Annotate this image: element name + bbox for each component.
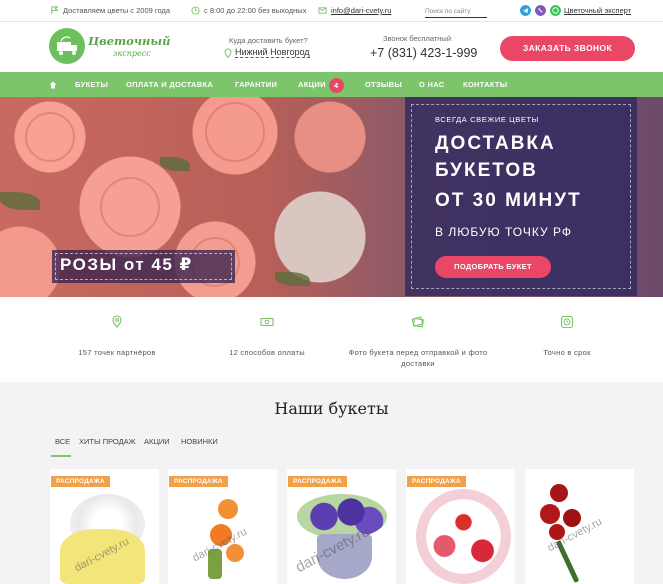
sale-badge: РАСПРОДАЖА	[51, 476, 110, 487]
flag-icon	[51, 6, 59, 15]
panel-subheading: В ЛЮБУЮ ТОЧКУ РФ	[435, 225, 572, 239]
hours-text: с 8:00 до 22:00 без выходных	[204, 6, 307, 15]
leaf-decoration	[275, 272, 310, 286]
leaf-decoration	[160, 157, 190, 171]
feature-label: Фото букета перед отправкой и фото доста…	[348, 348, 488, 368]
cash-icon	[260, 317, 274, 327]
product-card[interactable]: РАСПРОДАЖА	[406, 469, 515, 584]
free-call-label: Звонок бесплатный	[383, 34, 452, 43]
feature-payment: 12 способов оплаты	[192, 297, 342, 358]
feature-partners: 157 точек партнёров	[42, 297, 192, 358]
hero-banner: РОЗЫ от 45 ₽ ВСЕГДА СВЕЖИЕ ЦВЕТЫ ДОСТАВК…	[0, 97, 663, 297]
phone-number[interactable]: +7 (831) 423-1-999	[370, 46, 477, 60]
bouquet-image	[540, 504, 560, 524]
truck-icon	[57, 36, 77, 55]
logo-title: Цветочный	[88, 34, 171, 48]
email-link[interactable]: info@dari-cvety.ru	[331, 6, 391, 15]
promo-count-badge: 4	[328, 77, 344, 93]
active-tab-indicator	[51, 455, 71, 457]
rose-decoration	[25, 112, 75, 162]
bouquet-image	[550, 484, 568, 502]
nav-item-contacts[interactable]: КОНТАКТЫ	[463, 72, 507, 97]
home-icon	[49, 81, 57, 89]
product-card[interactable]: dari-cvety.ru	[525, 469, 634, 584]
site-header: Цветочный экспресс Куда доставить букет?…	[0, 22, 663, 72]
email-info[interactable]: info@dari-cvety.ru	[318, 6, 391, 15]
location-pin-icon	[224, 48, 232, 58]
top-info-bar: Доставляем цветы с 2009 года с 8:00 до 2…	[0, 0, 663, 22]
clock-small-icon	[191, 6, 200, 15]
nav-home[interactable]	[49, 72, 57, 97]
nav-item-bouquets[interactable]: БУКЕТЫ	[75, 72, 108, 97]
logo-emblem	[49, 28, 85, 64]
bouquet-image	[563, 509, 581, 527]
feature-on-time: Точно в срок	[492, 297, 642, 358]
clock-icon	[560, 315, 574, 329]
leaf-decoration	[0, 192, 40, 210]
bouquet-image	[416, 489, 511, 584]
section-title: Наши букеты	[274, 399, 389, 418]
tab-all[interactable]: ВСЕ	[55, 437, 70, 446]
expert-link[interactable]: Цветочный эксперт	[564, 6, 631, 15]
photo-icon	[411, 316, 425, 328]
nav-item-promotions[interactable]: АКЦИИ 4	[298, 72, 344, 97]
hours-info: с 8:00 до 22:00 без выходных	[191, 6, 306, 15]
panel-heading-3: ОТ 30 МИНУТ	[435, 190, 582, 211]
main-nav: БУКЕТЫ ОПЛАТА И ДОСТАВКА ГАРАНТИИ АКЦИИ 4…	[0, 72, 663, 97]
viber-icon[interactable]	[535, 5, 546, 16]
delivery-panel: ВСЕГДА СВЕЖИЕ ЦВЕТЫ ДОСТАВКА БУКЕТОВ ОТ …	[405, 97, 637, 296]
choose-bouquet-button[interactable]: ПОДОБРАТЬ БУКЕТ	[435, 256, 551, 278]
mail-icon	[318, 7, 327, 14]
nav-item-payment[interactable]: ОПЛАТА И ДОСТАВКА	[126, 72, 213, 97]
tab-promotions[interactable]: АКЦИИ	[144, 437, 170, 446]
sale-badge: РАСПРОДАЖА	[169, 476, 228, 487]
whatsapp-icon[interactable]	[550, 5, 561, 16]
search-input[interactable]: Поиск по сайту	[425, 4, 487, 18]
features-row: 157 точек партнёров 12 способов оплаты Ф…	[0, 297, 663, 382]
bouquets-section: Наши букеты ВСЕ ХИТЫ ПРОДАЖ АКЦИИ НОВИНК…	[0, 382, 663, 584]
panel-kicker: ВСЕГДА СВЕЖИЕ ЦВЕТЫ	[435, 115, 539, 124]
feature-photo: Фото букета перед отправкой и фото доста…	[343, 297, 493, 369]
panel-heading-2: БУКЕТОВ	[435, 160, 538, 181]
sale-badge: РАСПРОДАЖА	[288, 476, 347, 487]
product-card[interactable]: РАСПРОДАЖА dari-cvety.ru	[287, 469, 396, 584]
roses-promo-text: РОЗЫ от 45 ₽	[60, 255, 193, 274]
feature-label: 12 способов оплаты	[229, 348, 305, 357]
product-card[interactable]: РАСПРОДАЖА dari-cvety.ru	[168, 469, 277, 584]
product-card[interactable]: РАСПРОДАЖА dari-cvety.ru	[50, 469, 159, 584]
telegram-icon[interactable]	[520, 5, 531, 16]
city-selector[interactable]: Нижний Новгород	[224, 47, 310, 58]
logo[interactable]: Цветочный экспресс	[49, 28, 171, 64]
order-call-button[interactable]: ЗАКАЗАТЬ ЗВОНОК	[500, 36, 635, 61]
feature-label: 157 точек партнёров	[78, 348, 156, 357]
feature-label: Точно в срок	[543, 348, 591, 357]
nav-item-about[interactable]: О НАС	[419, 72, 444, 97]
panel-heading-1: ДОСТАВКА	[435, 133, 556, 154]
rose-decoration	[100, 177, 160, 237]
sale-badge: РАСПРОДАЖА	[407, 476, 466, 487]
tab-bestsellers[interactable]: ХИТЫ ПРОДАЖ	[79, 437, 136, 446]
since-info: Доставляем цветы с 2009 года	[50, 6, 170, 15]
logo-subtitle: экспресс	[113, 49, 151, 58]
city-name[interactable]: Нижний Новгород	[235, 47, 310, 58]
bouquet-image	[218, 499, 238, 519]
deliver-question: Куда доставить букет?	[229, 36, 308, 45]
nav-item-reviews[interactable]: ОТЗЫВЫ	[365, 72, 402, 97]
rose-decoration	[205, 102, 265, 162]
roses-promo-badge[interactable]: РОЗЫ от 45 ₽	[52, 250, 235, 283]
since-text: Доставляем цветы с 2009 года	[63, 6, 171, 15]
map-pin-icon	[112, 315, 122, 328]
nav-item-promotions-label: АКЦИИ	[298, 80, 326, 89]
nav-item-guarantees[interactable]: ГАРАНТИИ	[235, 72, 277, 97]
tab-new[interactable]: НОВИНКИ	[181, 437, 218, 446]
bouquet-image	[297, 494, 387, 539]
